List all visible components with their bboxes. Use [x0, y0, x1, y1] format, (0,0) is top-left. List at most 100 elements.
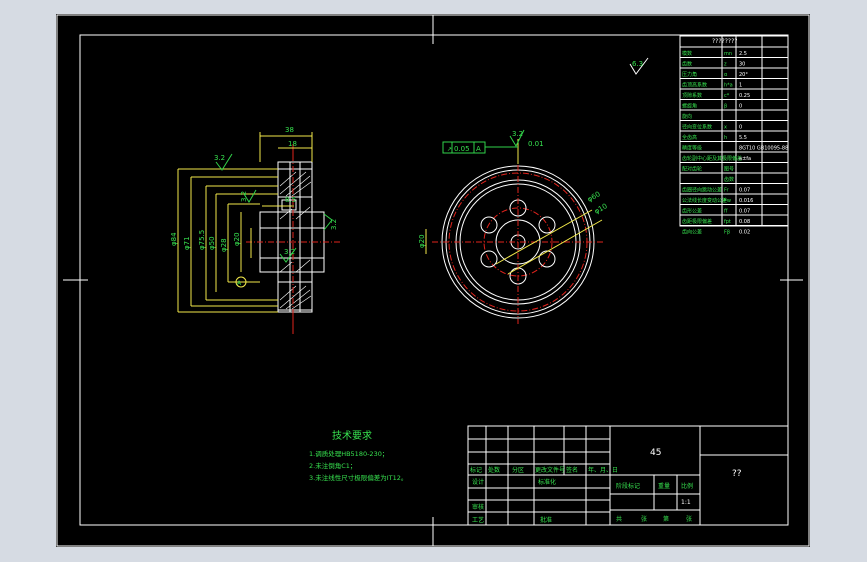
svg-text:年、月、日: 年、月、日 [588, 466, 618, 474]
svg-text:3.未注线性尺寸极限偏差为IT12。: 3.未注线性尺寸极限偏差为IT12。 [309, 473, 407, 482]
svg-text:比例: 比例 [681, 482, 693, 490]
param-name: 齿圈径向跳动公差 [682, 187, 722, 194]
svg-text:更改文件号: 更改文件号 [535, 466, 565, 474]
param-name: 压力角 [682, 71, 697, 78]
material-label: 45 [650, 448, 661, 458]
web-hole [538, 250, 556, 268]
svg-text:8.5: 8.5 [285, 196, 296, 204]
svg-text:1:1: 1:1 [681, 499, 691, 506]
svg-text:3.2: 3.2 [284, 248, 295, 256]
svg-text:φ10: φ10 [593, 202, 609, 216]
param-name: 公法线长度变动公差 [682, 197, 727, 204]
svg-text:3.2: 3.2 [330, 219, 338, 230]
param-val: 5.5 [739, 135, 747, 141]
param-val: 0.07 [739, 209, 750, 215]
svg-text:A: A [476, 145, 481, 153]
param-val: 0.016 [739, 198, 753, 204]
param-val: 0.02 [739, 230, 750, 236]
svg-text:张: 张 [641, 515, 647, 523]
param-name: 螺旋角 [682, 103, 697, 110]
section-view: 38 18 8.5 3.2 3.2 3.2 3.2 A φ84 φ71 φ75.… [170, 126, 341, 334]
param-val: 1 [739, 83, 742, 89]
svg-text:3.2: 3.2 [240, 191, 248, 202]
global-roughness: 6.3 [629, 57, 649, 75]
param-name: 齿顶高系数 [682, 82, 707, 89]
param-sym: Fw [724, 198, 731, 204]
svg-text:18: 18 [288, 140, 297, 148]
tech-requirements: 技术要求 1.调质处理HB5180-230； 2.未注倒角C1； 3.未注线性尺… [309, 429, 407, 482]
svg-text:张: 张 [686, 515, 692, 523]
svg-text:3.2: 3.2 [214, 154, 225, 162]
param-name: 径向变位系数 [682, 124, 712, 131]
param-sym: α [724, 72, 728, 78]
svg-text:共: 共 [616, 515, 622, 523]
svg-text:技术要求: 技术要求 [332, 429, 372, 442]
param-sym: h [724, 135, 727, 141]
param-sym: fpt [724, 219, 731, 225]
svg-text:标准化: 标准化 [538, 478, 556, 486]
svg-text:重量: 重量 [658, 482, 670, 490]
rim-outline [277, 161, 313, 313]
param-sym: β [724, 104, 727, 110]
param-name: 精度等级 [682, 145, 702, 152]
svg-text:φ50: φ50 [208, 236, 216, 250]
param-sym: h*a [724, 83, 733, 89]
drawing-name: ?? [732, 469, 742, 479]
param-name: 全齿高 [682, 134, 697, 141]
svg-text:签名: 签名 [566, 466, 578, 474]
param-name: 齿形公差 [682, 208, 702, 215]
cad-drawing: 6.3 38 18 8.5 3.2 3.2 3.2 3.2 A φ84 φ71 … [56, 14, 810, 547]
svg-text:设计: 设计 [472, 478, 484, 486]
param-val: 0.07 [739, 188, 750, 194]
param-val: 0.25 [739, 93, 750, 99]
param-val: a±fa [739, 156, 751, 162]
param-sym: Fr [724, 188, 730, 194]
svg-text:↗: ↗ [447, 146, 452, 153]
svg-text:φ75.5: φ75.5 [198, 230, 206, 250]
svg-text:标记: 标记 [470, 466, 482, 474]
param-sym: 图号 [724, 167, 734, 173]
svg-text:0.01: 0.01 [528, 140, 544, 148]
svg-text:阶段标记: 阶段标记 [616, 482, 640, 490]
param-name: 齿距极限偏差 [682, 218, 712, 225]
svg-text:φ28: φ28 [220, 238, 228, 252]
param-sym: z [724, 62, 727, 68]
param-sym: 齿数 [724, 176, 734, 183]
param-name: 齿向公差 [682, 229, 702, 236]
param-name: 顶隙系数 [682, 92, 702, 99]
svg-text:φ71: φ71 [183, 236, 191, 250]
svg-text:分区: 分区 [512, 466, 524, 474]
svg-text:第: 第 [663, 515, 669, 523]
svg-text:φ20: φ20 [418, 234, 426, 248]
svg-text:审核: 审核 [472, 503, 484, 511]
param-val: 20° [739, 72, 748, 78]
svg-text:批准: 批准 [540, 516, 552, 524]
svg-text:3.2: 3.2 [512, 130, 523, 138]
svg-text:A: A [237, 280, 242, 287]
front-view: ↗ 0.05 A 3.2 0.01 φ60 φ10 φ20 [418, 129, 609, 324]
svg-text:φ20: φ20 [233, 232, 241, 246]
param-sym: x [724, 125, 727, 131]
param-val: 0 [739, 125, 742, 131]
svg-text:1.调质处理HB5180-230；: 1.调质处理HB5180-230； [309, 449, 388, 458]
svg-text:38: 38 [285, 126, 294, 134]
param-sym: c* [724, 93, 730, 99]
param-name: 齿轮副中心距及其极限偏差 [682, 155, 742, 162]
param-name: 齿数 [682, 61, 692, 68]
param-sym: ff [724, 209, 728, 215]
svg-text:2.未注倒角C1；: 2.未注倒角C1； [309, 461, 356, 470]
param-name: 配对齿轮 [682, 166, 702, 173]
param-val: 2.5 [739, 51, 747, 57]
param-sym: mn [724, 51, 732, 57]
param-name: 旋向 [682, 113, 692, 120]
param-val: 30 [739, 62, 745, 68]
svg-text:工艺: 工艺 [472, 516, 484, 524]
title-block: 标记 处数 分区 更改文件号 签名 年、月、日 设计 标准化 审核 工艺 批准 … [467, 425, 789, 526]
param-val: 8GT10 GB10095-88 [739, 146, 788, 152]
svg-text:????????: ???????? [712, 38, 737, 45]
svg-text:处数: 处数 [488, 466, 500, 474]
param-sym: Fβ [724, 230, 730, 236]
drawing-sheet: 6.3 38 18 8.5 3.2 3.2 3.2 3.2 A φ84 φ71 … [56, 14, 810, 547]
svg-text:φ84: φ84 [170, 232, 178, 246]
param-val: 0 [739, 104, 742, 110]
